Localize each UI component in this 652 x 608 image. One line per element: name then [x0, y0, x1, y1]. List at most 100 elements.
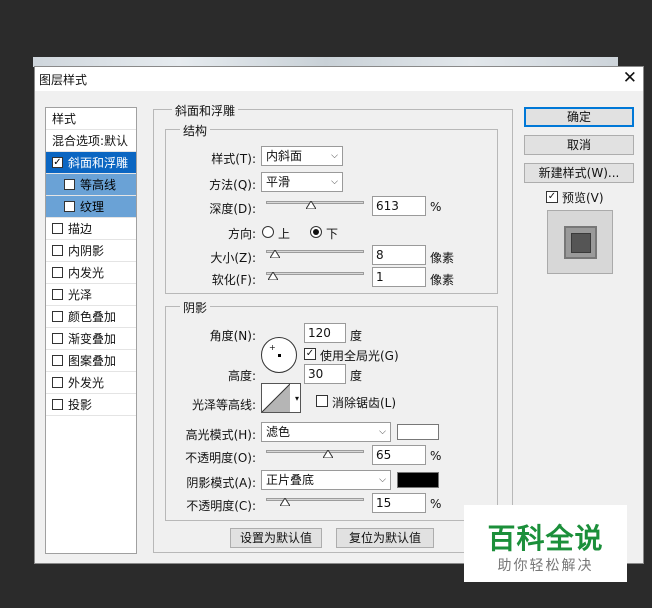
shadow-opacity-slider[interactable]: [266, 495, 364, 506]
style-list-checkbox[interactable]: [52, 223, 63, 234]
global-light-checkbox[interactable]: ✓: [304, 348, 316, 360]
style-list-label: 斜面和浮雕: [68, 156, 129, 170]
direction-up-label[interactable]: 上: [278, 225, 290, 242]
angle-dial-center: [278, 354, 281, 357]
angle-dial-handle: +: [269, 343, 276, 352]
style-list-checkbox[interactable]: [52, 355, 63, 366]
depth-value: 613: [376, 199, 399, 213]
global-light-label[interactable]: 使用全局光(G): [320, 347, 399, 364]
style-list-label: 样式: [52, 112, 77, 126]
gloss-contour-dropdown-icon[interactable]: ▾: [295, 394, 299, 403]
technique-select[interactable]: 平滑 ⌵: [261, 172, 343, 192]
highlight-opacity-input[interactable]: 65: [372, 445, 426, 465]
make-default-button[interactable]: 设置为默认值: [230, 528, 322, 548]
close-icon[interactable]: ✕: [623, 68, 637, 88]
style-list-item[interactable]: 投影: [46, 394, 136, 416]
depth-input[interactable]: 613: [372, 196, 426, 216]
size-input[interactable]: 8: [372, 245, 426, 265]
depth-label: 深度(D):: [209, 202, 256, 216]
new-style-button[interactable]: 新建样式(W)...: [524, 163, 634, 183]
style-list-checkbox[interactable]: [52, 289, 63, 300]
preview-bevel-outer: [564, 226, 597, 259]
highlight-mode-select[interactable]: 滤色 ⌵: [261, 422, 391, 442]
style-list-label: 等高线: [80, 178, 117, 192]
shadow-opacity-slider-thumb[interactable]: [279, 498, 290, 506]
size-slider[interactable]: [266, 247, 364, 258]
style-list-item[interactable]: 内阴影: [46, 240, 136, 262]
style-list-checkbox[interactable]: ✓: [52, 157, 63, 168]
shadow-mode-value: 正片叠底: [266, 473, 315, 487]
style-select[interactable]: 内斜面 ⌵: [261, 146, 343, 166]
shadow-opacity-value: 15: [376, 496, 392, 510]
soften-label: 软化(F):: [211, 273, 256, 287]
bevel-emboss-title: 斜面和浮雕: [172, 102, 239, 119]
cancel-button[interactable]: 取消: [524, 135, 634, 155]
style-list-item[interactable]: 外发光: [46, 372, 136, 394]
angle-input[interactable]: 120: [304, 323, 346, 343]
style-list-item[interactable]: 图案叠加: [46, 350, 136, 372]
style-list-label: 描边: [68, 222, 93, 236]
style-list-item[interactable]: 纹理: [46, 196, 136, 218]
style-list-item[interactable]: 内发光: [46, 262, 136, 284]
style-list-item[interactable]: 等高线: [46, 174, 136, 196]
altitude-input[interactable]: 30: [304, 364, 346, 384]
antialias-label[interactable]: 消除锯齿(L): [332, 394, 396, 411]
watermark-subtitle: 助你轻松解决: [497, 558, 594, 574]
style-label: 样式(T):: [211, 152, 256, 166]
soften-input[interactable]: 1: [372, 267, 426, 287]
style-list-item[interactable]: 混合选项:默认: [46, 130, 136, 152]
shadow-color-swatch[interactable]: [397, 472, 439, 488]
depth-slider[interactable]: [266, 198, 364, 209]
antialias-checkbox[interactable]: [316, 395, 328, 407]
style-list-item[interactable]: 渐变叠加: [46, 328, 136, 350]
size-value: 8: [376, 248, 384, 262]
direction-up-radio[interactable]: [262, 226, 274, 238]
preview-bevel-inner: [571, 233, 591, 253]
style-list-checkbox[interactable]: [52, 399, 63, 410]
style-list-item[interactable]: ✓ 斜面和浮雕: [46, 152, 136, 174]
preview-label[interactable]: 预览(V): [562, 189, 604, 206]
style-list-item[interactable]: 样式: [46, 108, 136, 130]
bevel-emboss-group: 斜面和浮雕 结构 样式(T): 内斜面 ⌵ 方法(Q): 平滑 ⌵ 深度(D):…: [153, 102, 513, 553]
shadow-opacity-label: 不透明度(C):: [186, 499, 256, 513]
direction-down-label[interactable]: 下: [326, 225, 338, 242]
depth-slider-thumb[interactable]: [305, 201, 316, 209]
style-list-checkbox[interactable]: [52, 245, 63, 256]
style-list-item[interactable]: 光泽: [46, 284, 136, 306]
style-list-checkbox[interactable]: [64, 179, 75, 190]
direction-down-radio[interactable]: [310, 226, 322, 238]
angle-dial[interactable]: +: [261, 337, 297, 373]
angle-label: 角度(N):: [209, 329, 256, 343]
highlight-opacity-slider-thumb[interactable]: [322, 450, 333, 458]
soften-slider[interactable]: [266, 269, 364, 280]
highlight-mode-label: 高光模式(H):: [185, 428, 256, 442]
size-slider-thumb[interactable]: [269, 250, 280, 258]
style-list-item[interactable]: 描边: [46, 218, 136, 240]
style-list-checkbox[interactable]: [52, 267, 63, 278]
chevron-down-icon: ⌵: [331, 151, 338, 161]
shading-title: 阴影: [180, 299, 211, 316]
depth-unit: %: [430, 200, 442, 214]
reset-default-button[interactable]: 复位为默认值: [336, 528, 434, 548]
style-list-item[interactable]: 颜色叠加: [46, 306, 136, 328]
style-list-checkbox[interactable]: [52, 311, 63, 322]
style-list-label: 内发光: [68, 266, 105, 280]
shadow-opacity-input[interactable]: 15: [372, 493, 426, 513]
style-list-label: 图案叠加: [68, 354, 117, 368]
ok-button[interactable]: 确定: [524, 107, 634, 127]
soften-unit: 像素: [430, 273, 455, 287]
chevron-down-icon: ⌵: [379, 475, 386, 485]
gloss-contour-picker[interactable]: ▾: [261, 383, 301, 413]
highlight-color-swatch[interactable]: [397, 424, 439, 440]
style-list-checkbox[interactable]: [64, 201, 75, 212]
style-list-checkbox[interactable]: [52, 333, 63, 344]
shadow-mode-select[interactable]: 正片叠底 ⌵: [261, 470, 391, 490]
size-label: 大小(Z):: [210, 251, 256, 265]
preview-checkbox[interactable]: ✓: [546, 191, 558, 203]
style-list-label: 内阴影: [68, 244, 105, 258]
highlight-opacity-slider[interactable]: [266, 447, 364, 458]
technique-select-value: 平滑: [266, 175, 291, 189]
style-list-checkbox[interactable]: [52, 377, 63, 388]
altitude-unit: 度: [350, 369, 363, 383]
soften-slider-thumb[interactable]: [267, 272, 278, 280]
